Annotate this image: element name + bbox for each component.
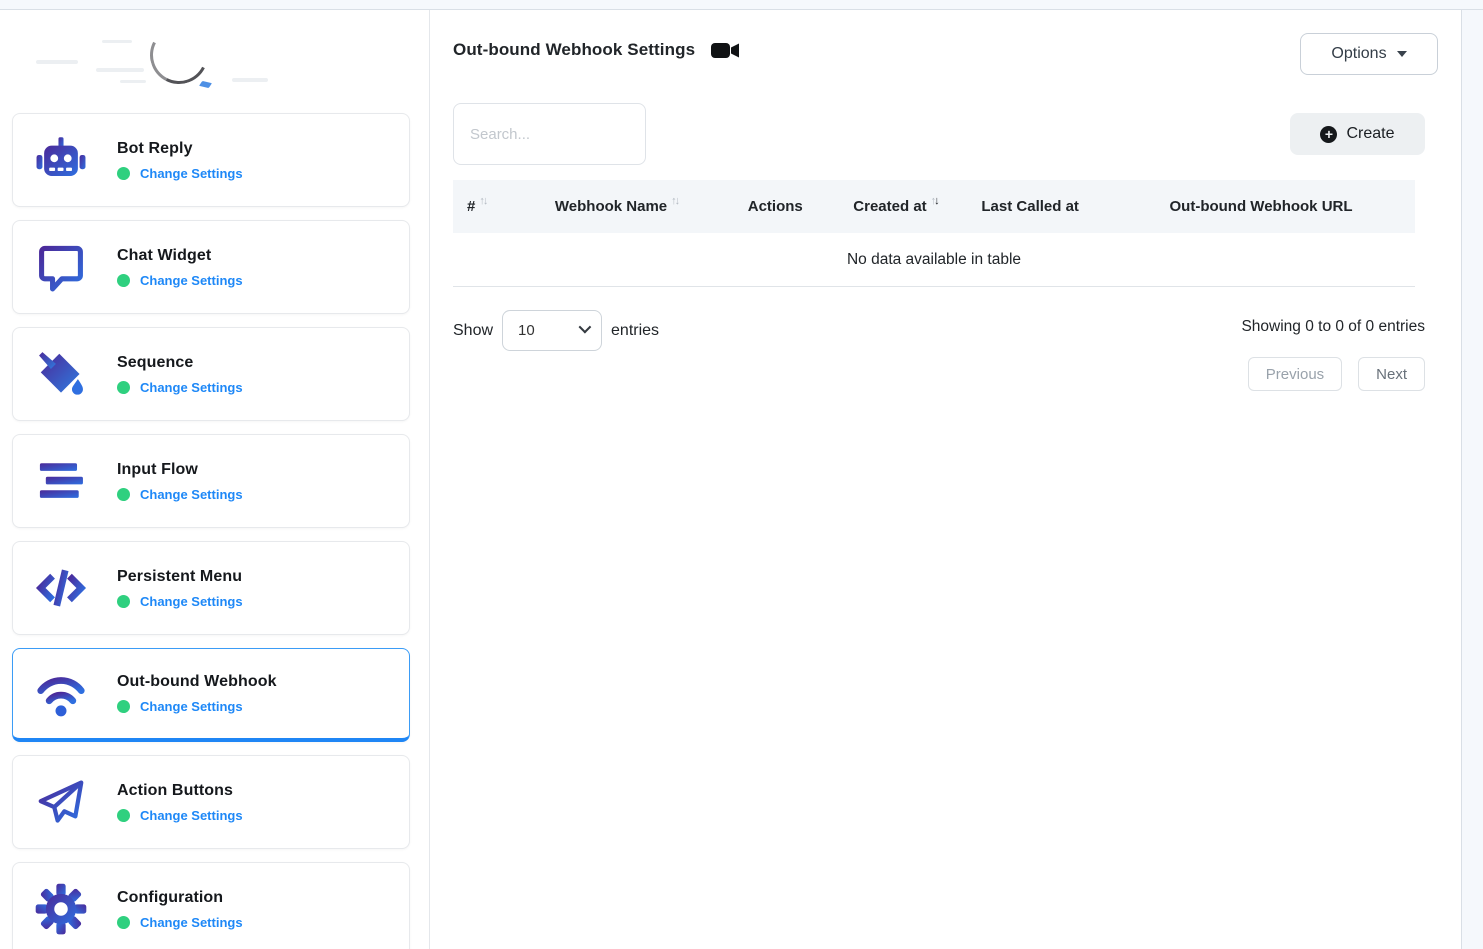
sidebar-item-chat-widget[interactable]: Chat Widget Change Settings: [12, 220, 410, 314]
change-settings-link[interactable]: Change Settings: [140, 915, 243, 930]
app-logo: [0, 10, 429, 113]
bars-icon: [33, 453, 89, 509]
paint-bucket-icon: [33, 346, 89, 402]
sidebar-item-outbound-webhook[interactable]: Out-bound Webhook Change Settings: [12, 648, 410, 742]
gear-icon: [33, 881, 89, 937]
pagination-controls: Previous Next: [1248, 357, 1425, 391]
status-dot: [117, 809, 130, 822]
sidebar-item-persistent-menu[interactable]: Persistent Menu Change Settings: [12, 541, 410, 635]
change-settings-link[interactable]: Change Settings: [140, 166, 243, 181]
page-title: Out-bound Webhook Settings: [453, 40, 695, 60]
column-header-last-called-at: Last Called at: [953, 198, 1107, 215]
sidebar-item-title: Sequence: [117, 354, 243, 372]
plus-circle-icon: +: [1320, 126, 1337, 143]
options-button-label: Options: [1331, 45, 1386, 63]
sidebar-item-sequence[interactable]: Sequence Change Settings: [12, 327, 410, 421]
paper-plane-icon: [33, 774, 89, 830]
pagination-summary: Showing 0 to 0 of 0 entries: [1241, 318, 1425, 336]
show-label: Show: [453, 322, 493, 340]
sort-icon: ↑↓: [671, 195, 678, 207]
previous-page-button[interactable]: Previous: [1248, 357, 1342, 391]
page-size-select[interactable]: 10: [502, 310, 602, 351]
change-settings-link[interactable]: Change Settings: [140, 594, 243, 609]
create-button-label: Create: [1346, 125, 1394, 143]
status-dot: [117, 700, 130, 713]
video-camera-icon: [711, 42, 740, 59]
sidebar-item-title: Bot Reply: [117, 140, 243, 158]
chevron-down-icon: [1397, 51, 1407, 57]
change-settings-link[interactable]: Change Settings: [140, 380, 243, 395]
column-header-outbound-webhook-url: Out-bound Webhook URL: [1107, 198, 1415, 215]
column-header-webhook-name[interactable]: Webhook Name↑↓: [520, 198, 712, 215]
sidebar-item-title: Input Flow: [117, 461, 243, 479]
sort-icon-desc-active: ↑↓: [931, 195, 938, 207]
table-header-row: #↑↓ Webhook Name↑↓ Actions Created at↑↓ …: [453, 180, 1415, 233]
sidebar-item-configuration[interactable]: Configuration Change Settings: [12, 862, 410, 949]
column-header-index[interactable]: #↑↓: [453, 198, 520, 215]
sidebar-item-title: Out-bound Webhook: [117, 673, 277, 691]
status-dot: [117, 595, 130, 608]
status-dot: [117, 488, 130, 501]
sidebar-item-title: Configuration: [117, 889, 243, 907]
status-dot: [117, 381, 130, 394]
chat-bubble-icon: [33, 239, 89, 295]
sidebar-item-input-flow[interactable]: Input Flow Change Settings: [12, 434, 410, 528]
table-empty-message: No data available in table: [453, 233, 1415, 287]
sort-icon: ↑↓: [479, 195, 486, 207]
change-settings-link[interactable]: Change Settings: [140, 808, 243, 823]
column-header-actions: Actions: [713, 198, 838, 215]
next-page-button[interactable]: Next: [1358, 357, 1425, 391]
change-settings-link[interactable]: Change Settings: [140, 487, 243, 502]
code-icon: [33, 560, 89, 616]
status-dot: [117, 167, 130, 180]
sidebar-item-action-buttons[interactable]: Action Buttons Change Settings: [12, 755, 410, 849]
status-dot: [117, 916, 130, 929]
sidebar-item-title: Persistent Menu: [117, 568, 243, 586]
create-button[interactable]: + Create: [1290, 113, 1425, 155]
column-header-created-at[interactable]: Created at↑↓: [838, 198, 953, 215]
entries-label: entries: [611, 322, 659, 340]
right-scroll-gutter: [1461, 10, 1483, 949]
sidebar-item-bot-reply[interactable]: Bot Reply Change Settings: [12, 113, 410, 207]
options-button[interactable]: Options: [1300, 33, 1438, 75]
main-content: Out-bound Webhook Settings Options + Cre…: [430, 10, 1461, 949]
search-input[interactable]: [453, 103, 646, 165]
robot-icon: [33, 132, 89, 188]
sidebar-item-title: Action Buttons: [117, 782, 243, 800]
webhooks-table: #↑↓ Webhook Name↑↓ Actions Created at↑↓ …: [453, 180, 1415, 287]
top-strip: [0, 0, 1483, 10]
wifi-icon: [33, 666, 89, 722]
status-dot: [117, 274, 130, 287]
sidebar: Bot Reply Change Settings Chat Widget Ch…: [0, 10, 430, 949]
sidebar-item-title: Chat Widget: [117, 247, 243, 265]
change-settings-link[interactable]: Change Settings: [140, 273, 243, 288]
change-settings-link[interactable]: Change Settings: [140, 699, 243, 714]
